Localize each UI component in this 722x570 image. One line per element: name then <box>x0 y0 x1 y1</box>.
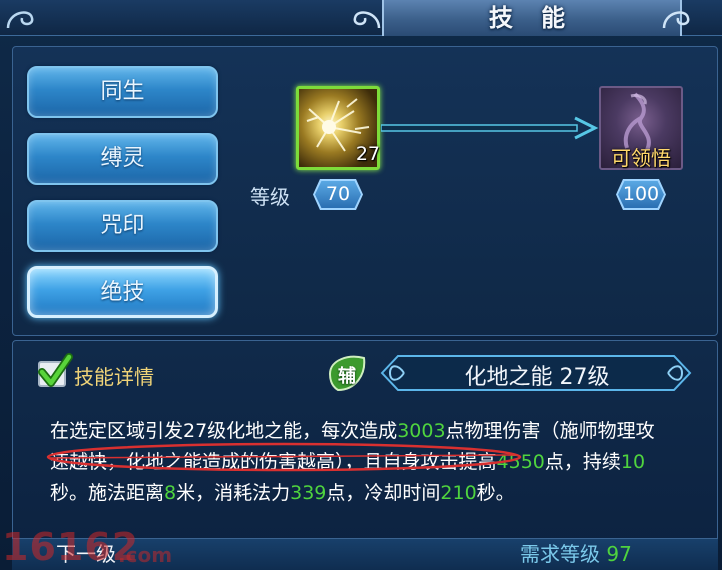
damage-value: 3003 <box>397 420 446 442</box>
required-level-label: 需求等级 <box>520 542 600 566</box>
current-required-level: 70 <box>315 181 361 208</box>
watermark-suffix: .com <box>118 543 173 567</box>
tab-fuling[interactable]: 缚灵 <box>27 133 218 185</box>
duration-value: 10 <box>620 451 646 473</box>
tab-tongsheng[interactable]: 同生 <box>27 66 218 118</box>
upgrade-arrow-icon <box>381 116 599 140</box>
desc-text: 点，持续 <box>544 451 621 473</box>
desc-text: 秒。施法距离 <box>50 482 165 504</box>
title-left-swirl-icon <box>353 11 381 29</box>
mana-value: 339 <box>290 482 327 504</box>
required-level: 需求等级 97 <box>520 538 632 567</box>
site-watermark: 16162 .com <box>0 525 200 570</box>
annotation-oval <box>46 442 522 472</box>
skill-window: 技 能 同生 缚灵 咒印 绝技 27 可领悟 等级 70 100 技能详情 辅 … <box>0 0 722 570</box>
desc-text: 米，消耗法力 <box>176 482 291 504</box>
level-label: 等级 <box>250 185 290 209</box>
tab-jueji[interactable]: 绝技 <box>27 266 218 318</box>
left-ornament-icon <box>6 11 34 29</box>
tab-zhouyin[interactable]: 咒印 <box>27 200 218 252</box>
details-label[interactable]: 技能详情 <box>74 361 154 390</box>
next-skill-status: 可领悟 <box>611 146 671 170</box>
desc-text: 点，冷却时间 <box>326 482 441 504</box>
checkmark-icon <box>38 353 73 387</box>
required-level-value: 97 <box>606 542 632 566</box>
next-required-level: 100 <box>618 181 664 208</box>
skill-name: 化地之能 27级 <box>464 365 610 390</box>
desc-text: 点物理伤害（ <box>445 420 560 442</box>
current-skill-level: 27 <box>355 143 380 165</box>
cooldown-value: 210 <box>440 482 477 504</box>
range-value: 8 <box>164 482 177 504</box>
desc-text: 秒。 <box>476 482 515 504</box>
skill-type-badge: 辅 <box>338 366 356 387</box>
desc-text: 在选定区域引发27级化地之能，每次造成 <box>50 420 398 442</box>
window-title: 技 能 <box>488 4 576 32</box>
